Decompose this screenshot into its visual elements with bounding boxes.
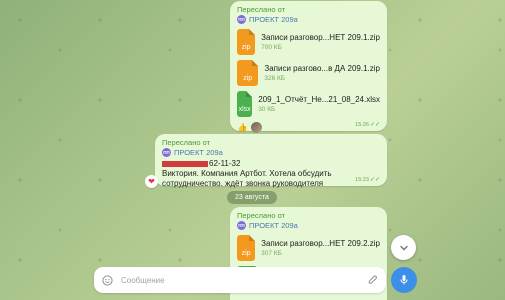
- file-name: 209_1_Отчёт_Не...21_08_24.xlsx: [258, 95, 380, 104]
- double-check-icon: ✓✓: [369, 122, 380, 128]
- paperclip-icon[interactable]: [368, 274, 378, 286]
- forward-source[interactable]: ПП ПРОЕКТ 209а: [237, 221, 380, 230]
- forwarded-label: Переслано от: [162, 138, 211, 147]
- microphone-button[interactable]: [391, 267, 417, 293]
- source-avatar: ПП: [162, 148, 171, 157]
- redaction-bar: [162, 160, 208, 167]
- message-input[interactable]: [121, 275, 368, 285]
- file-name: Записи разговор...НЕТ 209.2.zip: [261, 239, 380, 248]
- forward-source[interactable]: ПП ПРОЕКТ 209а: [237, 15, 380, 24]
- source-avatar: ПП: [237, 15, 246, 24]
- source-name[interactable]: ПРОЕКТ 209а: [249, 221, 298, 230]
- phone-line: 62-11-32: [162, 159, 380, 168]
- file-size: 700 КБ: [261, 44, 282, 51]
- heart-reaction-icon[interactable]: ❤: [145, 175, 158, 188]
- phone-suffix: 62-11-32: [209, 159, 241, 168]
- file-size: 30 КБ: [258, 106, 276, 113]
- message-text: Виктория. Компания Артбот. Хотела обсуди…: [162, 169, 332, 189]
- file-size: 307 КБ: [261, 250, 282, 257]
- date-separator: 23 августа: [227, 191, 277, 204]
- zip-file-icon[interactable]: zip: [237, 235, 256, 261]
- emoji-icon[interactable]: [102, 274, 113, 286]
- zip-file-icon[interactable]: zip: [237, 60, 259, 86]
- message-time: 15:26 ✓✓: [355, 121, 380, 129]
- source-avatar: ПП: [237, 221, 246, 230]
- message-composer[interactable]: [94, 267, 386, 293]
- microphone-icon: [400, 275, 408, 285]
- file-name: Записи разгово...в ДА 209.1.zip: [264, 64, 380, 73]
- reactor-avatar: [251, 122, 262, 133]
- source-name[interactable]: ПРОЕКТ 209а: [249, 15, 298, 24]
- message-bubble[interactable]: Переслано от ПП ПРОЕКТ 209а zip Записи р…: [230, 1, 387, 133]
- source-name[interactable]: ПРОЕКТ 209а: [174, 148, 223, 157]
- forward-source[interactable]: ПП ПРОЕКТ 209а: [162, 148, 380, 157]
- double-check-icon: ✓✓: [369, 177, 380, 183]
- file-attachment[interactable]: zip Записи разговор...НЕТ 209.1.zip 700 …: [237, 29, 380, 55]
- forwarded-label: Переслано от: [237, 5, 286, 14]
- forwarded-label: Переслано от: [237, 211, 286, 220]
- file-attachment[interactable]: xlsx 209_1_Отчёт_Не...21_08_24.xlsx 30 К…: [237, 91, 380, 117]
- message-bubble[interactable]: Переслано от ПП ПРОЕКТ 209а 62-11-32 Вик…: [155, 134, 387, 188]
- file-attachment[interactable]: zip Записи разгово...в ДА 209.1.zip 326 …: [237, 60, 380, 86]
- thumbs-up-reaction[interactable]: 👍: [237, 122, 248, 133]
- scroll-down-button[interactable]: [391, 235, 416, 260]
- file-attachment[interactable]: zip Записи разговор...НЕТ 209.2.zip 307 …: [237, 235, 380, 261]
- message-time: 15:23 ✓✓: [355, 176, 380, 184]
- file-size: 326 КБ: [264, 75, 286, 82]
- xlsx-file-icon[interactable]: xlsx: [237, 91, 253, 117]
- chevron-down-icon: [399, 245, 408, 250]
- zip-file-icon[interactable]: zip: [237, 29, 256, 55]
- file-name: Записи разговор...НЕТ 209.1.zip: [261, 33, 380, 42]
